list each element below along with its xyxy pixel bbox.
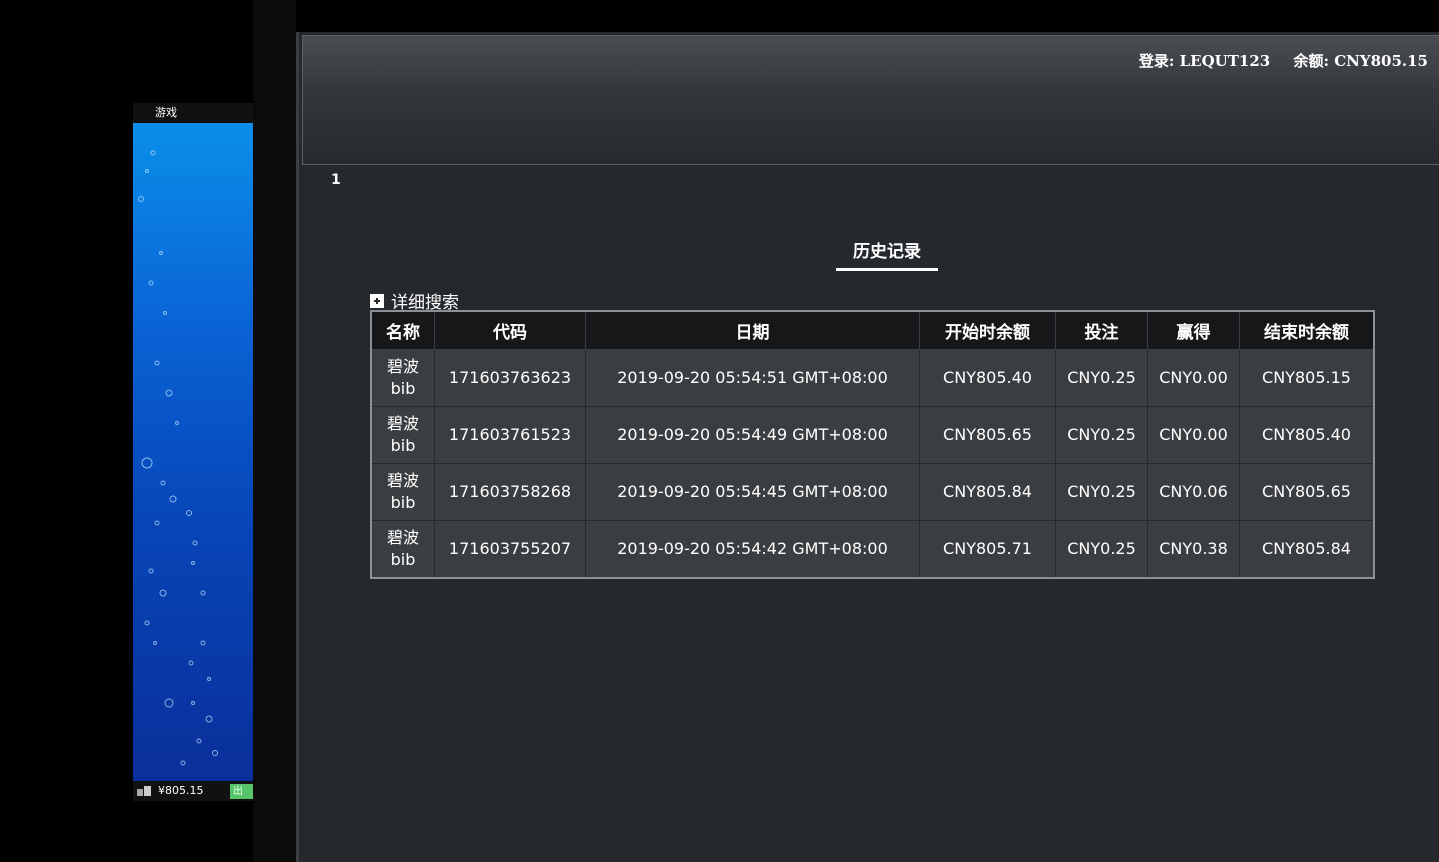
column-header-code: 代码 [434,310,586,350]
cell-win: CNY0.00 [1147,349,1240,407]
column-header-start-balance: 开始时余额 [919,310,1056,350]
table-row[interactable]: 碧波 bib 171603758268 2019-09-20 05:54:45 G… [370,463,1375,521]
cell-bet: CNY0.25 [1055,463,1148,521]
coins-icon [137,786,151,796]
cell-end-balance: CNY805.84 [1239,520,1375,579]
column-header-name: 名称 [370,310,435,350]
cell-start-balance: CNY805.40 [919,349,1056,407]
table-header-row: 名称 代码 日期 开始时余额 投注 赢得 结束时余额 [370,310,1375,350]
bubbles-decoration [138,150,218,766]
cell-bet: CNY0.25 [1055,349,1148,407]
game-name-cn: 碧波 [386,414,419,433]
main-panel: 登录: LEQUT123 余额: CNY805.15 1 历史记录 详细搜索 名… [296,32,1439,862]
cell-date: 2019-09-20 05:54:42 GMT+08:00 [585,520,920,579]
column-header-win: 赢得 [1147,310,1240,350]
cell-code: 171603763623 [434,349,586,407]
cell-win: CNY0.00 [1147,406,1240,464]
cell-game-name: 碧波 bib [370,463,435,521]
game-name-en: bib [390,493,416,512]
cell-date: 2019-09-20 05:54:45 GMT+08:00 [585,463,920,521]
cell-code: 171603755207 [434,520,586,579]
left-gutter [253,0,296,862]
cell-start-balance: CNY805.84 [919,463,1056,521]
account-header: 登录: LEQUT123 余额: CNY805.15 [302,35,1439,165]
game-name-cn: 碧波 [386,357,419,376]
cell-start-balance: CNY805.65 [919,406,1056,464]
cell-date: 2019-09-20 05:54:49 GMT+08:00 [585,406,920,464]
column-header-date: 日期 [585,310,920,350]
cell-date: 2019-09-20 05:54:51 GMT+08:00 [585,349,920,407]
table-row[interactable]: 碧波 bib 171603763623 2019-09-20 05:54:51 G… [370,349,1375,407]
cell-end-balance: CNY805.15 [1239,349,1375,407]
cell-end-balance: CNY805.40 [1239,406,1375,464]
game-name-en: bib [390,550,416,569]
game-view[interactable] [133,123,253,781]
table-row[interactable]: 碧波 bib 171603755207 2019-09-20 05:54:42 G… [370,520,1375,579]
cell-game-name: 碧波 bib [370,520,435,579]
cell-code: 171603761523 [434,406,586,464]
game-header-label: 游戏 [133,103,253,123]
cell-end-balance: CNY805.65 [1239,463,1375,521]
table-row[interactable]: 碧波 bib 171603761523 2019-09-20 05:54:49 G… [370,406,1375,464]
history-tab[interactable]: 历史记录 [836,237,938,271]
cell-game-name: 碧波 bib [370,406,435,464]
cell-code: 171603758268 [434,463,586,521]
expand-plus-icon[interactable] [370,293,384,308]
history-table: 名称 代码 日期 开始时余额 投注 赢得 结束时余额 碧波 bib 1716037… [370,310,1375,579]
column-header-bet: 投注 [1055,310,1148,350]
cell-win: CNY0.38 [1147,520,1240,579]
cell-start-balance: CNY805.71 [919,520,1056,579]
column-header-end-balance: 结束时余额 [1239,310,1375,350]
game-name-cn: 碧波 [386,528,419,547]
account-info: 登录: LEQUT123 余额: CNY805.15 [1121,50,1428,71]
balance-label: 余额: CNY805.15 [1293,52,1428,70]
game-panel: 游戏 ¥805.15 出 [133,103,253,801]
game-footer: ¥805.15 出 [133,781,253,801]
login-label: 登录: LEQUT123 [1138,52,1271,70]
game-name-en: bib [390,379,416,398]
cell-bet: CNY0.25 [1055,520,1148,579]
cell-bet: CNY0.25 [1055,406,1148,464]
footer-balance: ¥805.15 [158,784,204,797]
game-name-cn: 碧波 [386,471,419,490]
cell-game-name: 碧波 bib [370,349,435,407]
cell-win: CNY0.06 [1147,463,1240,521]
game-name-en: bib [390,436,416,455]
page-number[interactable]: 1 [331,172,341,188]
exit-button[interactable]: 出 [230,784,253,799]
